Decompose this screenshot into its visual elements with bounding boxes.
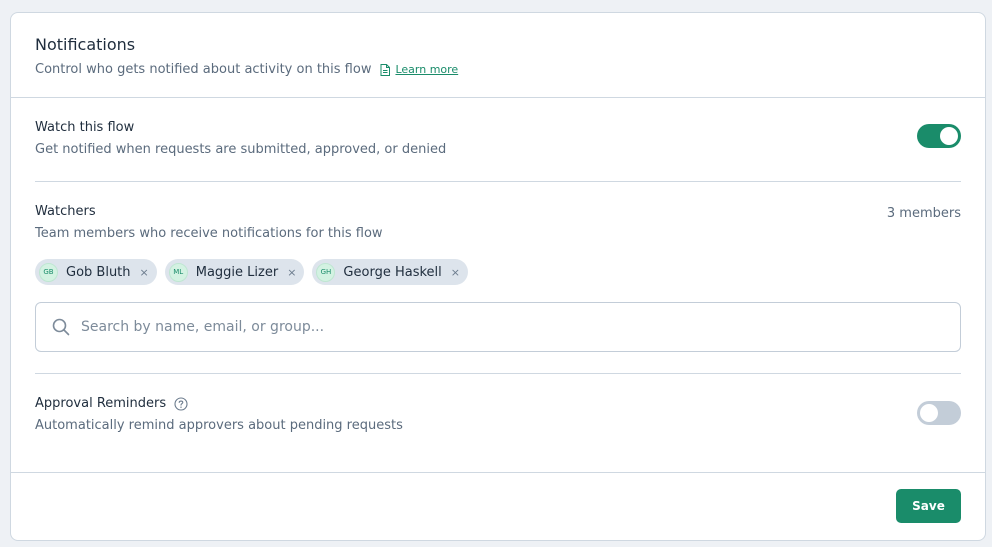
toggle-knob [920,404,938,422]
watchers-description: Team members who receive notifications f… [35,226,383,241]
learn-more-label: Learn more [395,63,459,76]
notifications-card: Notifications Control who gets notified … [10,12,986,541]
page-subtitle: Control who gets notified about activity… [35,62,372,77]
remove-watcher-icon[interactable]: × [451,267,460,278]
watcher-chip: ML Maggie Lizer × [164,259,305,285]
approval-reminders-description: Automatically remind approvers about pen… [35,418,403,433]
member-count: 3 members [886,206,961,221]
watcher-chips: GB Gob Bluth × ML Maggie Lizer × GH Geor… [35,259,961,285]
watchers-title: Watchers [35,204,96,219]
watcher-chip: GH George Haskell × [312,259,468,285]
card-header: Notifications Control who gets notified … [11,13,985,98]
card-footer: Save [11,472,985,540]
avatar: GH [316,262,336,282]
learn-more-link[interactable]: Learn more [380,63,458,76]
watcher-search-box [35,302,961,352]
watcher-search-input[interactable] [81,303,960,351]
question-circle-icon[interactable] [174,397,188,411]
approval-reminders-title-row: Approval Reminders [35,374,961,412]
avatar: GB [39,262,58,282]
approval-reminders-toggle[interactable] [917,401,961,425]
toggle-knob [940,127,958,145]
avatar: ML [168,262,188,282]
watcher-name: George Haskell [343,264,442,280]
watch-flow-toggle[interactable] [917,124,961,148]
watchers-section: Watchers Team members who receive notifi… [35,182,961,374]
watch-flow-description: Get notified when requests are submitted… [35,142,447,157]
header-subtitle-row: Control who gets notified about activity… [35,62,961,77]
approval-reminders-section: Approval Reminders Automatically remind … [35,374,961,474]
approval-reminders-title: Approval Reminders [35,396,167,411]
search-icon [52,318,70,336]
remove-watcher-icon[interactable]: × [287,267,296,278]
remove-watcher-icon[interactable]: × [140,267,149,278]
watcher-name: Gob Bluth [66,264,131,280]
document-icon [380,63,391,76]
save-button[interactable]: Save [896,489,961,523]
watch-flow-title: Watch this flow [35,120,135,135]
card-body: Watch this flow Get notified when reques… [11,98,985,474]
watcher-name: Maggie Lizer [195,264,279,280]
watch-flow-section: Watch this flow Get notified when reques… [35,98,961,182]
watcher-chip: GB Gob Bluth × [35,259,157,285]
page-title: Notifications [35,35,136,54]
